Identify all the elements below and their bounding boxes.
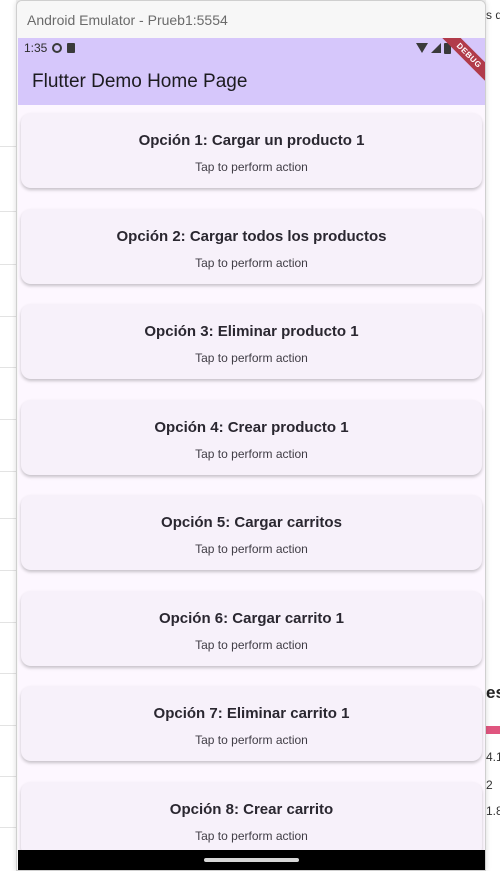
option-subtitle: Tap to perform action — [195, 638, 308, 652]
divider — [0, 570, 16, 571]
window-title: Android Emulator - Prueb1:5554 — [27, 11, 228, 28]
signal-icon — [431, 43, 441, 53]
page-title: Flutter Demo Home Page — [32, 70, 248, 92]
option-subtitle: Tap to perform action — [195, 256, 308, 270]
option-card[interactable]: Opción 6: Cargar carrito 1 Tap to perfor… — [21, 591, 482, 666]
option-title: Opción 4: Crear producto 1 — [154, 419, 349, 436]
option-subtitle: Tap to perform action — [195, 351, 308, 365]
option-card[interactable]: Opción 8: Crear carrito Tap to perform a… — [21, 782, 482, 850]
options-list[interactable]: Opción 1: Cargar un producto 1 Tap to pe… — [18, 105, 485, 850]
option-card[interactable]: Opción 5: Cargar carritos Tap to perform… — [21, 495, 482, 570]
divider — [0, 518, 16, 519]
status-time: 1:35 — [24, 41, 48, 55]
option-subtitle: Tap to perform action — [195, 733, 308, 747]
divider — [0, 367, 16, 368]
option-card[interactable]: Opción 3: Eliminar producto 1 Tap to per… — [21, 304, 482, 379]
background-text: s d — [486, 8, 500, 22]
option-card[interactable]: Opción 1: Cargar un producto 1 Tap to pe… — [21, 113, 482, 188]
option-card[interactable]: Opción 4: Crear producto 1 Tap to perfor… — [21, 400, 482, 475]
option-title: Opción 8: Crear carrito — [169, 801, 334, 818]
background-right-panel — [486, 0, 500, 871]
option-subtitle: Tap to perform action — [195, 160, 308, 174]
option-card[interactable]: Opción 2: Cargar todos los productos Tap… — [21, 209, 482, 284]
option-title: Opción 6: Cargar carrito 1 — [158, 610, 345, 627]
settings-notification-icon — [52, 43, 63, 53]
option-title: Opción 5: Cargar carritos — [161, 514, 342, 531]
divider — [0, 211, 16, 212]
divider — [0, 776, 16, 777]
option-title: Opción 2: Cargar todos los productos — [116, 228, 387, 245]
option-subtitle: Tap to perform action — [195, 447, 308, 461]
background-text: 4.1 — [486, 750, 500, 764]
divider — [0, 316, 16, 317]
background-accent-bar — [486, 726, 500, 734]
status-indicators — [416, 42, 451, 54]
option-card[interactable]: Opción 7: Eliminar carrito 1 Tap to perf… — [21, 686, 482, 761]
option-title: Opción 7: Eliminar carrito 1 — [153, 705, 350, 722]
app-bar: Flutter Demo Home Page DEBUG — [18, 38, 485, 105]
divider — [0, 471, 16, 472]
divider — [0, 827, 16, 828]
background-text: 1.8 — [486, 804, 500, 818]
divider — [0, 419, 16, 420]
sd-card-icon — [67, 43, 76, 53]
option-title: Opción 3: Eliminar producto 1 — [144, 323, 359, 340]
divider — [0, 146, 16, 147]
navigation-bar — [18, 850, 485, 870]
option-subtitle: Tap to perform action — [195, 542, 308, 556]
wifi-icon — [416, 43, 428, 53]
device-screen: 1:35 Flutter Demo Home Page DEBUG Opción… — [18, 38, 485, 870]
background-left-panel — [0, 0, 16, 871]
background-heading: es — [486, 683, 500, 702]
status-bar: 1:35 — [18, 38, 485, 58]
background-text: 2 — [486, 778, 493, 792]
divider — [0, 673, 16, 674]
window-titlebar[interactable]: Android Emulator - Prueb1:5554 — [17, 1, 485, 38]
option-subtitle: Tap to perform action — [195, 829, 308, 843]
emulator-window: Android Emulator - Prueb1:5554 1:35 Flut… — [16, 0, 486, 871]
divider — [0, 264, 16, 265]
divider — [0, 725, 16, 726]
option-title: Opción 1: Cargar un producto 1 — [138, 132, 365, 149]
divider — [0, 622, 16, 623]
home-gesture-handle[interactable] — [204, 858, 299, 862]
